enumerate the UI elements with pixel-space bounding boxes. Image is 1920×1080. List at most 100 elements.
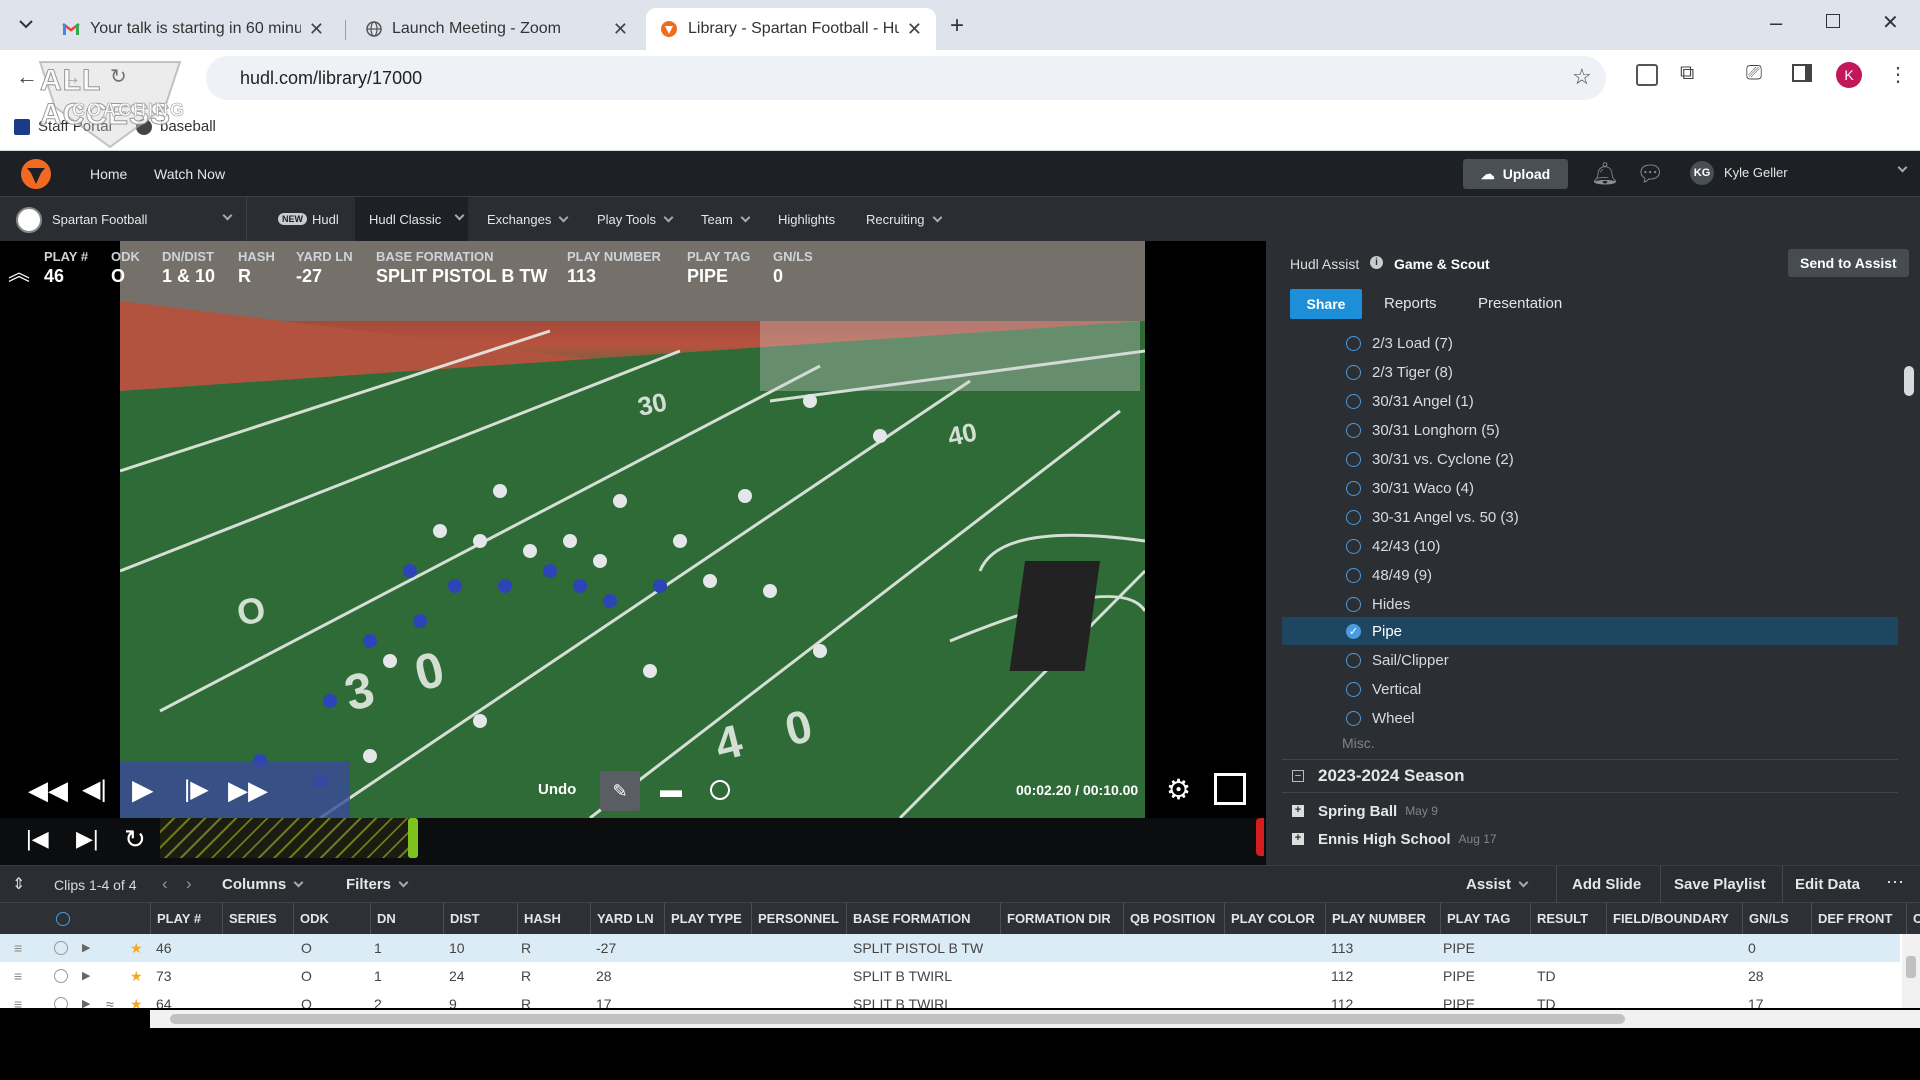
radio-icon[interactable] bbox=[1346, 538, 1361, 554]
header-play-number-col[interactable]: PLAY NUMBER bbox=[1325, 903, 1440, 935]
info-icon[interactable]: i bbox=[1370, 256, 1383, 269]
header-dist[interactable]: DIST bbox=[443, 903, 518, 935]
filters-dropdown[interactable]: Filters bbox=[346, 876, 409, 893]
drag-handle-icon[interactable]: ≡ bbox=[14, 962, 22, 990]
header-def-front[interactable]: DEF FRONT bbox=[1811, 903, 1907, 935]
profile-avatar[interactable]: K bbox=[1836, 62, 1862, 88]
header-formation-dir[interactable]: FORMATION DIR bbox=[1000, 903, 1123, 935]
radio-icon[interactable] bbox=[1346, 681, 1361, 697]
messages-icon[interactable]: 💬︎ bbox=[1636, 161, 1664, 187]
timeline-playhead[interactable] bbox=[408, 818, 418, 858]
play-row-icon[interactable]: ▶ bbox=[82, 962, 90, 990]
loop-icon[interactable]: ↻ bbox=[124, 824, 146, 855]
nav-hudl[interactable]: Hudl bbox=[312, 212, 339, 227]
bookmark-star-icon[interactable]: ☆ bbox=[1572, 64, 1592, 90]
prev-page-icon[interactable]: ‹ bbox=[162, 874, 168, 894]
row-checkbox[interactable] bbox=[54, 969, 68, 983]
table-row[interactable]: ≡ ▶ ★ 46 O 1 10 R -27 SPLIT PISTOL B TW … bbox=[0, 934, 1900, 962]
timeline-track[interactable] bbox=[160, 818, 410, 858]
new-tab-icon[interactable]: + bbox=[950, 12, 964, 40]
list-item[interactable]: Wheel bbox=[1282, 704, 1898, 732]
radio-icon[interactable] bbox=[1346, 364, 1361, 380]
edit-data-button[interactable]: Edit Data bbox=[1795, 876, 1860, 893]
select-all-checkbox[interactable] bbox=[56, 912, 70, 926]
sidepanel-icon[interactable] bbox=[1792, 64, 1812, 82]
comment-icon[interactable]: ▬ bbox=[660, 777, 682, 803]
table-row[interactable]: ≡ ▶ ≈ ★ 64 O 2 9 R 17 SPLIT B TWIRL 112 … bbox=[0, 990, 1900, 1008]
header-series[interactable]: SERIES bbox=[222, 903, 293, 935]
list-item[interactable]: Vertical bbox=[1282, 675, 1898, 703]
browser-menu-icon[interactable]: ⋮ bbox=[1888, 62, 1908, 87]
header-hash[interactable]: HASH bbox=[517, 903, 590, 935]
list-item[interactable]: 30/31 vs. Cyclone (2) bbox=[1282, 445, 1898, 473]
scroll-thumb[interactable] bbox=[1906, 956, 1916, 978]
radio-icon[interactable] bbox=[1346, 710, 1361, 726]
collapse-minus-icon[interactable]: − bbox=[1292, 770, 1304, 782]
list-item[interactable]: 48/49 (9) bbox=[1282, 561, 1898, 589]
list-item[interactable]: 2/3 Tiger (8) bbox=[1282, 358, 1898, 386]
assist-dropdown[interactable]: Assist bbox=[1466, 876, 1529, 893]
user-avatar[interactable]: KG bbox=[1690, 161, 1714, 185]
play-row-icon[interactable]: ▶ bbox=[82, 934, 90, 962]
restore-icon[interactable] bbox=[1826, 14, 1840, 28]
nav-play-tools[interactable]: Play Tools bbox=[597, 212, 674, 227]
expand-plus-icon[interactable]: + bbox=[1292, 833, 1304, 845]
tab-zoom[interactable]: Launch Meeting - Zoom ✕ bbox=[352, 8, 642, 50]
radio-icon[interactable] bbox=[1346, 480, 1361, 496]
header-more[interactable]: C bbox=[1906, 903, 1920, 935]
folder-spring-ball[interactable]: + Spring Ball May 9 bbox=[1282, 799, 1438, 823]
tab-reports[interactable]: Reports bbox=[1384, 295, 1437, 312]
header-yard-ln[interactable]: YARD LN bbox=[590, 903, 664, 935]
url-text[interactable]: hudl.com/library/17000 bbox=[240, 68, 422, 89]
list-item[interactable]: 30-31 Angel vs. 50 (3) bbox=[1282, 503, 1898, 531]
settings-gear-icon[interactable]: ⚙ bbox=[1166, 773, 1191, 806]
list-item[interactable]: Sail/Clipper bbox=[1282, 646, 1898, 674]
close-tab-icon[interactable]: ✕ bbox=[907, 19, 922, 40]
radio-checked-icon[interactable]: ✓ bbox=[1346, 623, 1361, 639]
nav-watch-now[interactable]: Watch Now bbox=[154, 166, 225, 182]
close-tab-icon[interactable]: ✕ bbox=[613, 19, 628, 40]
radio-icon[interactable] bbox=[1346, 422, 1361, 438]
radio-icon[interactable] bbox=[1346, 596, 1361, 612]
header-odk[interactable]: ODK bbox=[293, 903, 370, 935]
skip-end-icon[interactable]: ▶| bbox=[76, 826, 99, 852]
media-icon[interactable]: ⎚ bbox=[1746, 62, 1762, 85]
drag-handle-icon[interactable]: ≡ bbox=[14, 990, 22, 1008]
drag-handle-icon[interactable]: ≡ bbox=[14, 934, 22, 962]
scroll-thumb[interactable] bbox=[170, 1014, 1625, 1024]
cast-icon[interactable] bbox=[1636, 64, 1658, 86]
tab-gmail[interactable]: Your talk is starting in 60 minut ✕ bbox=[48, 8, 338, 50]
header-play-tag[interactable]: PLAY TAG bbox=[1440, 903, 1536, 935]
radio-icon[interactable] bbox=[1346, 451, 1361, 467]
close-window-icon[interactable]: ✕ bbox=[1882, 10, 1899, 35]
row-checkbox[interactable] bbox=[54, 941, 68, 955]
extensions-icon[interactable]: ⧉ bbox=[1680, 62, 1694, 85]
game-video-frame[interactable]: O 3 0 4 0 30 40 bbox=[120, 241, 1145, 818]
minimize-icon[interactable]: – bbox=[1770, 10, 1782, 36]
circle-tool-icon[interactable] bbox=[710, 780, 730, 800]
sort-toggle-icon[interactable]: ⇕ bbox=[12, 874, 25, 894]
hudl-logo-icon[interactable] bbox=[18, 157, 54, 191]
undo-button[interactable]: Undo bbox=[538, 781, 576, 798]
user-menu-chevron-icon[interactable] bbox=[1890, 161, 1908, 179]
columns-dropdown[interactable]: Columns bbox=[222, 876, 304, 893]
rewind-icon[interactable]: ◀◀ bbox=[28, 775, 68, 806]
nav-recruiting[interactable]: Recruiting bbox=[866, 212, 942, 227]
header-personnel[interactable]: PERSONNEL bbox=[751, 903, 846, 935]
header-dn[interactable]: DN bbox=[370, 903, 446, 935]
address-bar[interactable]: hudl.com/library/17000 ☆ bbox=[206, 56, 1606, 100]
notifications-bell-icon[interactable]: 🔔︎ bbox=[1591, 161, 1619, 187]
close-tab-icon[interactable]: ✕ bbox=[309, 19, 324, 40]
team-selector-chevron-icon[interactable] bbox=[215, 209, 233, 227]
table-row[interactable]: ≡ ▶ ★ 73 O 1 24 R 28 SPLIT B TWIRL 112 P… bbox=[0, 962, 1900, 990]
star-icon[interactable]: ★ bbox=[130, 990, 143, 1008]
season-folder[interactable]: − 2023-2024 Season bbox=[1282, 759, 1898, 793]
add-slide-button[interactable]: Add Slide bbox=[1572, 876, 1641, 893]
user-name[interactable]: Kyle Geller bbox=[1724, 165, 1788, 180]
panel-scrollbar[interactable] bbox=[1904, 366, 1914, 396]
radio-icon[interactable] bbox=[1346, 652, 1361, 668]
header-field-boundary[interactable]: FIELD/BOUNDARY bbox=[1606, 903, 1742, 935]
header-play-number[interactable]: PLAY # bbox=[150, 903, 222, 935]
header-gain-loss[interactable]: GN/LS bbox=[1742, 903, 1817, 935]
tab-presentation[interactable]: Presentation bbox=[1478, 295, 1562, 312]
